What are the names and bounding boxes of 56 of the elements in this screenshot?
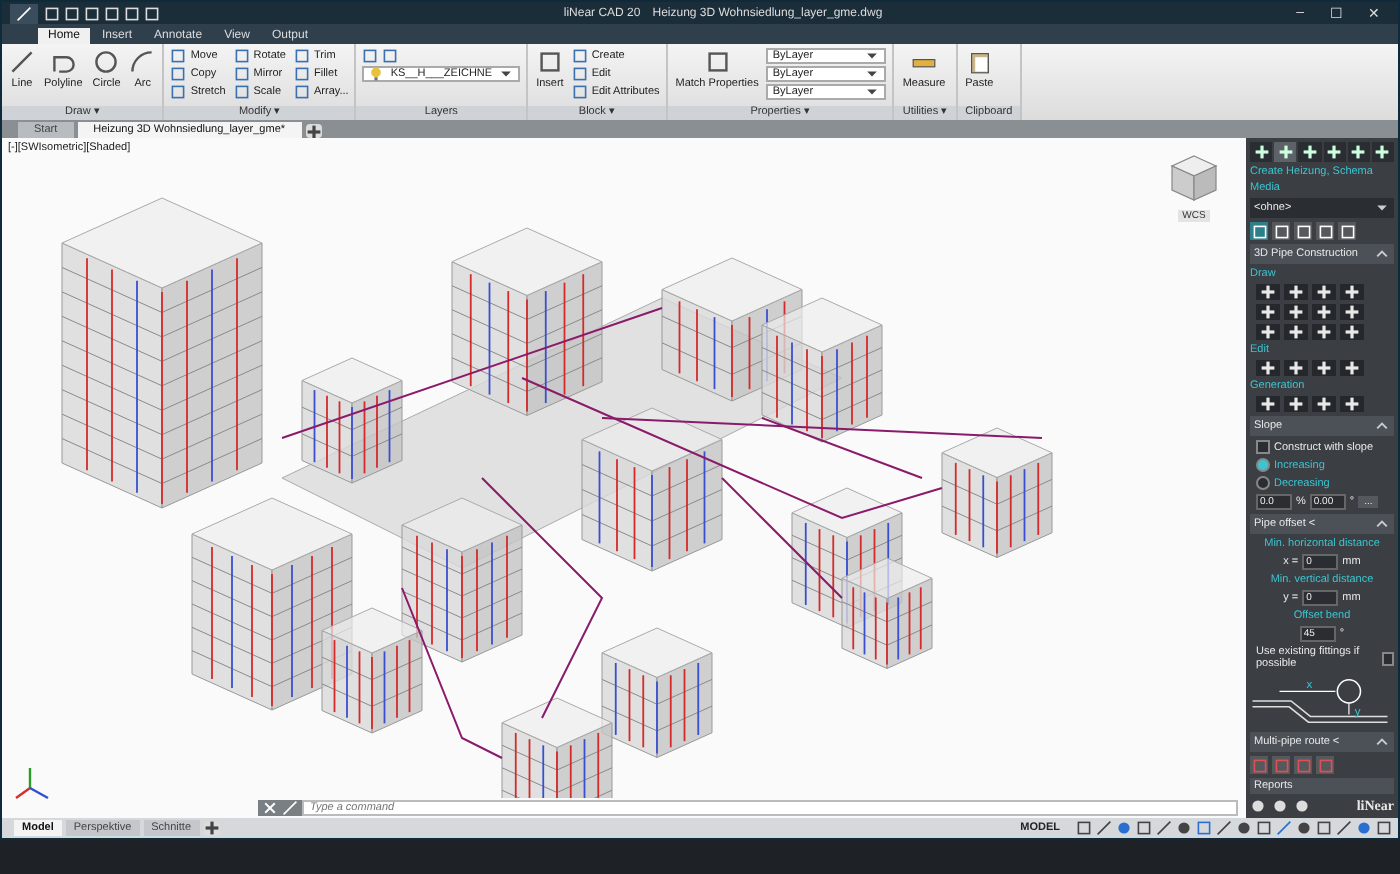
pipe-fitting-icon[interactable] — [1256, 360, 1280, 376]
panel-tab[interactable] — [1371, 142, 1395, 162]
panel-tab[interactable] — [1250, 142, 1273, 162]
collapse-icon — [1374, 516, 1390, 532]
tool-icon — [537, 50, 562, 74]
mode-button[interactable] — [1294, 222, 1312, 240]
pipe-fitting-icon[interactable] — [1256, 324, 1280, 340]
pipe-fitting-icon[interactable] — [1284, 284, 1308, 300]
view-cube-icon[interactable] — [1166, 150, 1222, 206]
bulb-icon — [368, 66, 385, 82]
pipe-fitting-icon[interactable] — [1312, 284, 1336, 300]
pipe-fitting-icon[interactable] — [1284, 304, 1308, 320]
tool-icon — [967, 50, 992, 74]
radio-button[interactable] — [1256, 476, 1270, 490]
new-tab-button[interactable] — [305, 124, 322, 138]
pipe-fitting-icon[interactable] — [1284, 360, 1308, 376]
panel-tab[interactable] — [1274, 142, 1297, 162]
pipe-fitting-icon[interactable] — [1312, 324, 1336, 340]
pipe-fitting-icon[interactable] — [1340, 396, 1364, 412]
pipe-fitting-icon[interactable] — [1340, 284, 1364, 300]
mode-button[interactable] — [1272, 222, 1290, 240]
chevron-icon — [1374, 418, 1390, 434]
panel-tab[interactable] — [1347, 142, 1370, 162]
tool-icon — [705, 50, 730, 74]
mode-button[interactable] — [1250, 222, 1268, 240]
tool-icon — [130, 50, 155, 74]
caret-icon — [498, 66, 515, 82]
pipe-fitting-icon[interactable] — [1312, 360, 1336, 376]
mode-button[interactable] — [1338, 222, 1356, 240]
tool-icon — [51, 50, 76, 74]
pipe-fitting-icon[interactable] — [1284, 396, 1308, 412]
tool-icon — [10, 50, 34, 74]
panel-tab[interactable] — [1298, 142, 1322, 162]
chevron-icon — [1374, 246, 1390, 262]
caret-icon — [1374, 200, 1390, 216]
pipe-fitting-icon[interactable] — [1340, 360, 1364, 376]
pipe-fitting-icon[interactable] — [1340, 324, 1364, 340]
pipe-fitting-icon[interactable] — [1256, 396, 1280, 412]
collapse-icon — [1374, 734, 1390, 750]
checkbox[interactable] — [1381, 651, 1394, 665]
pipe-fitting-icon[interactable] — [1256, 284, 1280, 300]
radio-button[interactable] — [1256, 458, 1270, 472]
plus-icon — [305, 123, 322, 139]
new-layout-button[interactable] — [203, 821, 220, 835]
pipe-fitting-icon[interactable] — [1284, 324, 1308, 340]
checkbox[interactable] — [1256, 440, 1270, 454]
plus-icon — [203, 820, 220, 836]
pipe-fitting-icon[interactable] — [1312, 304, 1336, 320]
app-menu-button[interactable] — [10, 3, 38, 23]
pipe-fitting-icon[interactable] — [1312, 396, 1336, 412]
pipe-fitting-icon[interactable] — [1340, 304, 1364, 320]
panel-tab[interactable] — [1323, 142, 1346, 162]
ucs-axes-icon — [14, 766, 50, 802]
tool-icon — [94, 50, 119, 74]
mode-button[interactable] — [1316, 222, 1334, 240]
pipe-fitting-icon[interactable] — [1256, 304, 1280, 320]
